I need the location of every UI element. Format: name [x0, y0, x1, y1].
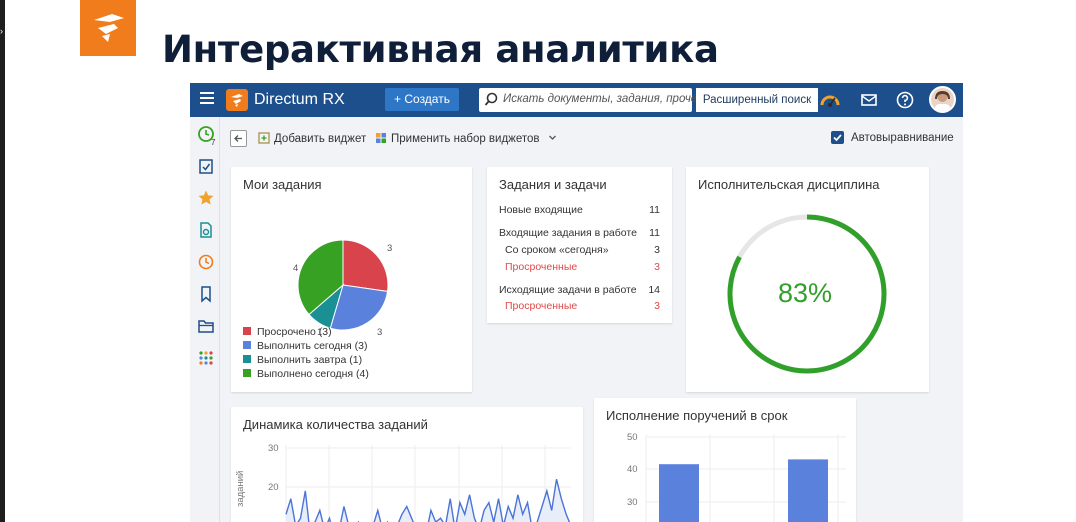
pie-slice-label-0: 3	[387, 243, 392, 254]
back-button[interactable]	[230, 130, 247, 147]
outgoing-in-work-label[interactable]: Исходящие задачи в работе	[499, 284, 637, 296]
search-input[interactable]: Искать документы, задания, прочее	[479, 88, 704, 112]
help-icon[interactable]	[895, 90, 915, 110]
incoming-overdue-label[interactable]: Просроченные	[505, 261, 577, 273]
apply-widget-set-label: Применить набор виджетов	[391, 133, 540, 145]
left-strip-mark: ›	[0, 26, 3, 36]
legend-swatch-0	[243, 327, 251, 335]
folder-icon[interactable]	[197, 317, 215, 335]
legend-label-2: Выполнить завтра (1)	[257, 354, 363, 366]
gauge-icon[interactable]	[820, 90, 840, 110]
due-today-label[interactable]: Со сроком «сегодня»	[505, 244, 609, 256]
discipline-widget: Исполнительская дисциплина 83%	[686, 167, 929, 392]
add-widget-button[interactable]: Добавить виджет	[258, 132, 366, 145]
new-incoming-count: 11	[649, 204, 660, 216]
orders-widget: Исполнение поручений в срок 50 40 30	[594, 398, 856, 522]
user-avatar[interactable]	[929, 86, 956, 113]
tasks-summary-widget: Задания и задачи Новые входящие 11 Входя…	[487, 167, 672, 323]
add-widget-icon	[258, 132, 270, 144]
orders-bar-1[interactable]	[788, 459, 828, 522]
bookmark-icon[interactable]	[197, 285, 215, 303]
my-tasks-widget: Мои задания 3314 Просрочено (3) Выполнить…	[231, 167, 472, 392]
widget-set-icon	[376, 133, 386, 143]
app-name[interactable]: Directum RX	[254, 91, 345, 109]
legend-swatch-2	[243, 355, 251, 363]
app-logo[interactable]	[226, 89, 248, 111]
star-icon[interactable]	[197, 189, 215, 207]
pie-slice-label-3: 4	[293, 263, 298, 274]
apps-grid-icon[interactable]	[197, 349, 215, 367]
legend-item-3[interactable]: Выполнено сегодня (4)	[243, 368, 369, 380]
slide-title: Интерактивная аналитика	[162, 28, 719, 71]
legend-item-0[interactable]: Просрочено (3)	[243, 326, 332, 338]
sidebar: 7	[190, 117, 220, 522]
chevron-down-icon	[548, 135, 556, 140]
my-tasks-pie-chart: 3314	[293, 239, 392, 338]
tasks-icon[interactable]	[197, 157, 215, 175]
pie-slice-0[interactable]	[342, 239, 389, 292]
app-window: Directum RX + Создать Искать документы, …	[190, 83, 963, 522]
search-placeholder: Искать документы, задания, прочее	[503, 93, 704, 105]
new-incoming-label[interactable]: Новые входящие	[499, 204, 583, 216]
orders-bar-chart	[645, 434, 846, 522]
outgoing-overdue-count: 3	[654, 300, 660, 312]
discipline-percent: 83%	[778, 278, 833, 308]
document-sync-icon[interactable]	[197, 221, 215, 239]
slide-left-strip: ›	[0, 0, 5, 522]
legend-item-1[interactable]: Выполнить сегодня (3)	[243, 340, 368, 352]
dynamics-widget: Динамика количества заданий 30 20 задани…	[231, 407, 583, 522]
my-tasks-title: Мои задания	[243, 177, 322, 192]
orders-bar-0[interactable]	[659, 464, 699, 522]
autoalign-checkbox[interactable]	[831, 131, 844, 144]
advanced-search-button[interactable]: Расширенный поиск	[696, 88, 818, 112]
slide-logo	[80, 0, 136, 56]
menu-icon[interactable]	[200, 92, 214, 106]
clock-icon[interactable]: 7	[197, 125, 216, 147]
legend-label-3: Выполнено сегодня (4)	[257, 368, 369, 380]
tasks-summary-title: Задания и задачи	[499, 177, 607, 192]
search-icon	[484, 92, 499, 112]
due-today-count: 3	[654, 244, 660, 256]
incoming-overdue-count: 3	[654, 261, 660, 273]
top-bar: Directum RX + Создать Искать документы, …	[190, 83, 963, 117]
legend-item-2[interactable]: Выполнить завтра (1)	[243, 354, 362, 366]
incoming-in-work-label[interactable]: Входящие задания в работе	[499, 227, 637, 239]
sidebar-badge: 7	[211, 138, 216, 147]
outgoing-in-work-count: 14	[648, 284, 660, 296]
legend-swatch-1	[243, 341, 251, 349]
incoming-in-work-count: 11	[649, 227, 660, 239]
history-icon[interactable]	[197, 253, 215, 271]
pie-slice-label-1: 3	[377, 327, 382, 338]
autoalign-label: Автовыравнивание	[851, 132, 954, 144]
apply-widget-set-button[interactable]: Применить набор виджетов	[375, 132, 557, 145]
mail-icon[interactable]	[859, 90, 879, 110]
dynamics-line-chart	[285, 445, 571, 522]
outgoing-overdue-label[interactable]: Просроченные	[505, 300, 577, 312]
add-widget-label: Добавить виджет	[274, 133, 367, 145]
create-button[interactable]: + Создать	[385, 88, 459, 111]
legend-swatch-3	[243, 369, 251, 377]
legend-label-1: Выполнить сегодня (3)	[257, 340, 368, 352]
legend-label-0: Просрочено (3)	[257, 326, 332, 338]
